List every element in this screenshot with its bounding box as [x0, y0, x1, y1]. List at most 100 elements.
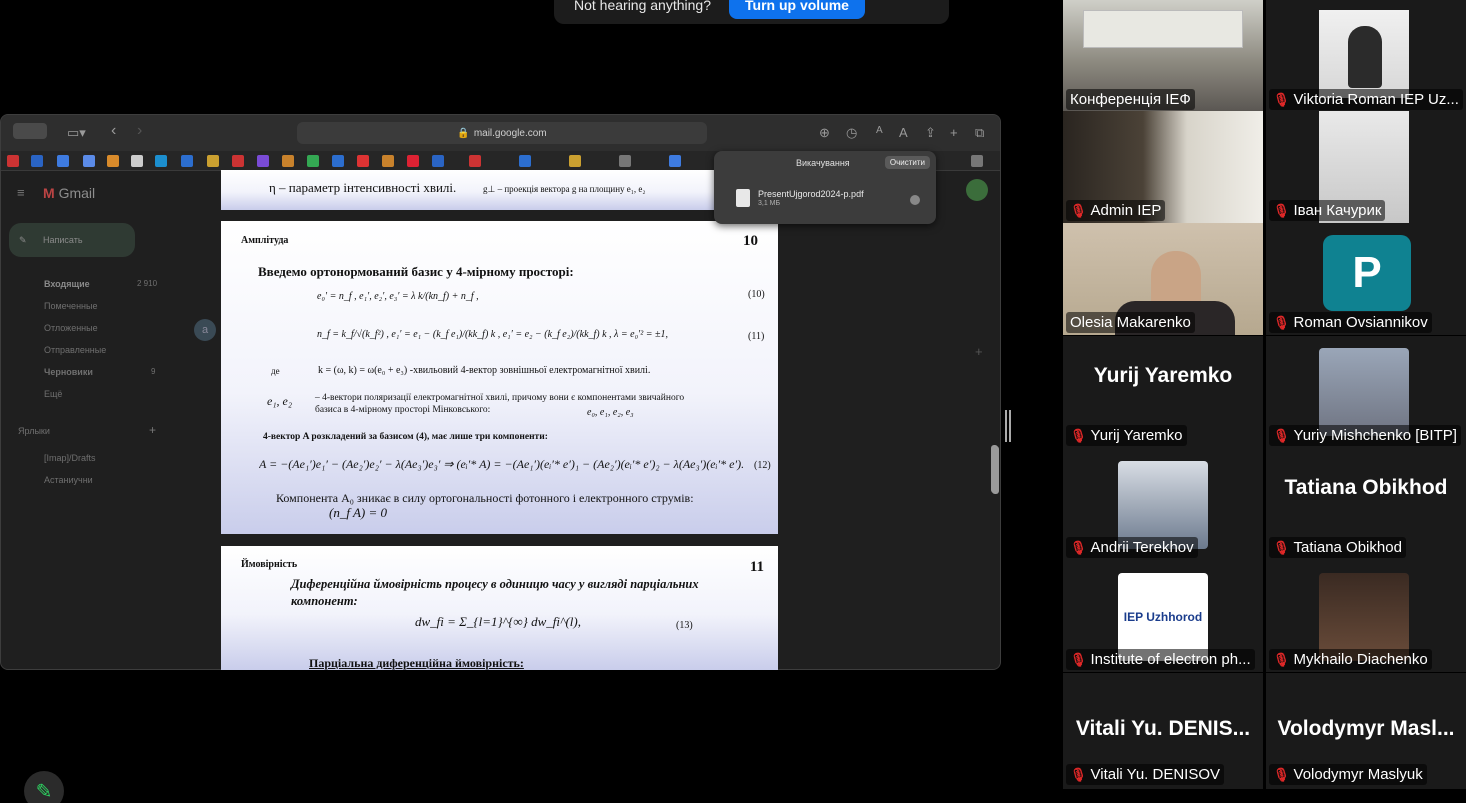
participant-display-name: Tatiana Obikhod: [1284, 476, 1448, 499]
profile-photo: [1319, 348, 1409, 436]
compose-button[interactable]: ✎ Написать: [9, 223, 135, 257]
bookmark-gear-icon[interactable]: [282, 155, 294, 167]
reveal-in-finder-icon[interactable]: [910, 195, 920, 205]
nav-inbox[interactable]: Входящие: [44, 279, 90, 289]
url-bar[interactable]: 🔒 mail.google.com: [297, 122, 707, 144]
participant-name-bar: 🎙 Roman Ovsiannikov: [1269, 312, 1432, 333]
participant-name-bar: 🎙 Mykhailo Diachenko: [1269, 649, 1432, 670]
bookmark-crown2-icon[interactable]: [569, 155, 581, 167]
panel-resize-handle[interactable]: [1005, 410, 1011, 442]
bookmark-star-icon[interactable]: [332, 155, 344, 167]
bookmark-z-icon[interactable]: [971, 155, 983, 167]
bookmark-slides-icon[interactable]: [107, 155, 119, 167]
bookmark-red-icon[interactable]: [357, 155, 369, 167]
bookmark-gmail3-icon[interactable]: [469, 155, 481, 167]
shared-screen-scrollbar[interactable]: [991, 445, 998, 493]
participant-name: Admin IEP: [1090, 202, 1162, 219]
participant-tile[interactable]: Tatiana Obikhod 🎙 Tatiana Obikhod: [1266, 448, 1466, 560]
participant-tile[interactable]: 🎙 Andrii Terekhov: [1063, 448, 1263, 560]
bookmark-orange-icon[interactable]: [382, 155, 394, 167]
annotate-pen-button[interactable]: ✎: [24, 771, 64, 803]
equation-11-number: (11): [748, 331, 765, 342]
component-text: Компонента A₀ зникає в силу ортогонально…: [276, 491, 694, 505]
participant-tile[interactable]: 🎙 Yuriy Mishchenko [BITP]: [1266, 336, 1466, 448]
bookmark-grid-icon[interactable]: [407, 155, 419, 167]
compose-label: Написать: [43, 235, 83, 245]
institute-logo-text: IEP Uzhhorod: [1123, 610, 1203, 624]
participant-tile[interactable]: 🎙 Іван Качурик: [1266, 111, 1466, 223]
participant-name-bar: Olesia Makarenko: [1066, 312, 1195, 333]
new-tab-icon[interactable]: +: [950, 125, 958, 140]
nav-sent[interactable]: Отправленные: [44, 345, 106, 355]
bookmark-gmail-icon[interactable]: [7, 155, 19, 167]
back-icon[interactable]: ‹: [111, 122, 116, 140]
slide-fragment-text-1: η – параметр інтенсивності хвилі.: [269, 180, 457, 195]
browser-toolbar: ▭▾ ‹ › 🔒 mail.google.com ⊕ ◷ A A ⇪ + ⧉: [1, 115, 1000, 151]
label-other[interactable]: Астаниучни: [44, 475, 93, 485]
bookmark-app-icon[interactable]: [83, 155, 95, 167]
bookmark-drive-icon[interactable]: [307, 155, 319, 167]
menu-icon[interactable]: ≡: [17, 185, 25, 200]
nav-starred[interactable]: Помеченные: [44, 301, 97, 311]
muted-mic-icon: 🎙: [1273, 202, 1290, 218]
slide3-number: 11: [749, 559, 764, 575]
nav-snoozed[interactable]: Отложенные: [44, 323, 98, 333]
forward-icon[interactable]: ›: [137, 122, 142, 140]
participant-tile[interactable]: Конференція ІЕФ: [1063, 0, 1263, 112]
bookmark-linkedin-icon[interactable]: [31, 155, 43, 167]
participant-tile[interactable]: Volodymyr Masl... 🎙 Volodymyr Maslyuk: [1266, 673, 1466, 789]
participant-name-bar: 🎙 Institute of electron ph...: [1066, 649, 1255, 670]
bookmark-docs2-icon[interactable]: [669, 155, 681, 167]
pdf-file-icon: [736, 189, 750, 207]
participant-name-bar: 🎙 Yurij Yaremko: [1066, 425, 1187, 446]
bookmark-g-icon[interactable]: [619, 155, 631, 167]
gmail-logo-text: Gmail: [58, 185, 96, 201]
tabs-overview-icon[interactable]: ⧉: [975, 125, 984, 141]
bookmark-zoom-icon[interactable]: [519, 155, 531, 167]
addons-plus-icon[interactable]: +: [975, 344, 983, 359]
where-label: де: [271, 366, 280, 376]
window-controls-icon[interactable]: [13, 123, 47, 139]
nav-drafts[interactable]: Черновики: [44, 367, 93, 377]
bookmark-a-icon[interactable]: [181, 155, 193, 167]
bookmark-purple-icon[interactable]: [257, 155, 269, 167]
bookmark-gmail2-icon[interactable]: [232, 155, 244, 167]
font-larger-icon[interactable]: A: [899, 125, 908, 140]
room-banner-image: [1083, 10, 1243, 48]
bookmark-docs-icon[interactable]: [57, 155, 69, 167]
bookmark-crown-icon[interactable]: [207, 155, 219, 167]
label-drafts[interactable]: [Imap]/Drafts: [44, 453, 96, 463]
bookmark-chatgpt-icon[interactable]: [131, 155, 143, 167]
muted-mic-icon: 🎙: [1273, 766, 1290, 782]
participant-tile-active-speaker[interactable]: Olesia Makarenko: [1063, 223, 1263, 335]
muted-mic-icon: 🎙: [1273, 314, 1290, 330]
decomposition-text: 4-вектор A розкладений за базисом (4), м…: [263, 432, 548, 442]
bookmark-site-icon[interactable]: [155, 155, 167, 167]
nav-more[interactable]: Ещё: [44, 389, 62, 399]
turn-up-volume-button[interactable]: Turn up volume: [729, 0, 865, 19]
download-file-name[interactable]: PresentUjgorod2024-p.pdf: [758, 189, 864, 199]
drafts-count: 9: [151, 367, 156, 376]
participant-tile[interactable]: 🎙 Admin IEP: [1063, 111, 1263, 223]
bookmark-blue-icon[interactable]: [432, 155, 444, 167]
slide-probability: Ймовірність 11 Диференційна ймовірність …: [221, 546, 778, 670]
font-smaller-icon[interactable]: A: [876, 125, 883, 136]
participant-tile[interactable]: P 🎙 Roman Ovsiannikov: [1266, 223, 1466, 335]
gmail-logo[interactable]: M Gmail: [43, 185, 95, 201]
history-icon[interactable]: ◷: [846, 125, 857, 141]
slide-number: 10: [743, 233, 758, 249]
participant-tile[interactable]: 🎙 Mykhailo Diachenko: [1266, 560, 1466, 672]
sidebar-icon[interactable]: ▭▾: [67, 125, 86, 141]
add-label-icon[interactable]: +: [149, 423, 156, 437]
participant-name-bar: 🎙 Admin IEP: [1066, 200, 1166, 221]
institute-logo: IEP Uzhhorod: [1118, 573, 1208, 661]
clear-downloads-button[interactable]: Очистити: [884, 156, 930, 169]
download-icon[interactable]: ⊕: [819, 125, 830, 141]
share-icon[interactable]: ⇪: [925, 125, 936, 141]
participant-tile[interactable]: Vitali Yu. DENIS... 🎙 Vitali Yu. DENISOV: [1063, 673, 1263, 789]
slide-heading: Введемо ортонормований базис у 4-мірному…: [258, 264, 574, 279]
participant-tile[interactable]: 🎙 Viktoria Roman IEP Uz...: [1266, 0, 1466, 112]
participant-tile[interactable]: Yurij Yaremko 🎙 Yurij Yaremko: [1063, 336, 1263, 448]
account-avatar[interactable]: [966, 179, 988, 201]
participant-tile[interactable]: IEP Uzhhorod 🎙 Institute of electron ph..…: [1063, 560, 1263, 672]
